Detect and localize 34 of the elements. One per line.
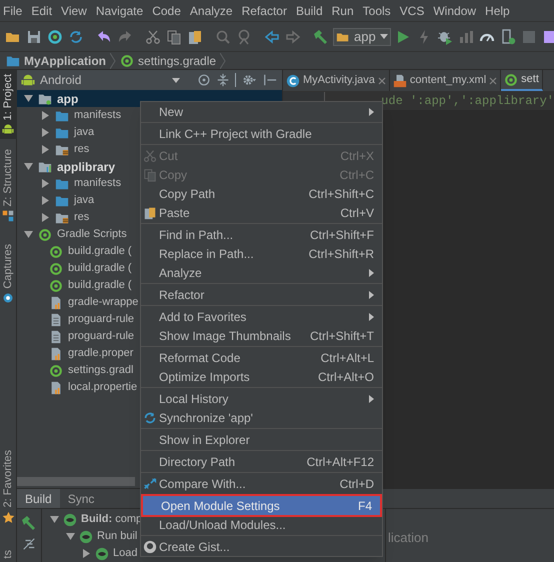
build-tree-label: Run buil: [97, 529, 138, 544]
output-text: lication: [388, 530, 428, 545]
tree-item-label: proguard-rule: [68, 329, 134, 344]
tree-item-label: gradle.proper: [68, 346, 134, 362]
tree-item-label: applibrary: [57, 158, 116, 176]
tree-item-label: local.propertie: [68, 380, 138, 396]
shortcut-label: Ctrl+Alt+L: [320, 350, 374, 366]
tree-item-label: java: [74, 125, 94, 140]
tree-item-label: settings.gradl: [68, 363, 134, 378]
tree-item-label: proguard-rule: [68, 312, 134, 328]
tree-item-label: res: [74, 142, 90, 158]
shortcut-label: Ctrl+Shift+C: [308, 186, 374, 202]
shortcut-label: Ctrl+Alt+F12: [306, 454, 374, 470]
shortcut-label: Ctrl+X: [340, 148, 374, 164]
tree-item-label: res: [74, 210, 90, 226]
shortcut-label: Ctrl+Shift+F: [310, 226, 374, 244]
tree-item-label: app: [57, 90, 78, 108]
tree-item-label: build.gradle (: [68, 278, 132, 294]
code-line: ude ':app',':applibrary': [381, 93, 554, 110]
tree-item-label: gradle-wrappe: [68, 295, 138, 310]
tree-item-label: manifests: [74, 176, 122, 192]
tree-item-label: build.gradle (: [68, 244, 132, 260]
shortcut-label: F4: [358, 498, 372, 514]
shortcut-label: Ctrl+C: [340, 166, 374, 184]
shortcut-label: Ctrl+Shift+T: [310, 328, 374, 344]
tree-item-label: manifests: [74, 108, 122, 124]
shortcut-label: Ctrl+Alt+O: [318, 368, 374, 386]
tree-item-label: build.gradle (: [68, 261, 132, 276]
build-tree-label: Load: [113, 546, 138, 562]
shortcut-label: Ctrl+D: [340, 476, 374, 492]
shortcut-label: Ctrl+Shift+R: [308, 246, 374, 262]
tree-item-label: java: [74, 193, 94, 208]
tree-item-label: Gradle Scripts: [57, 227, 127, 242]
shortcut-label: Ctrl+V: [340, 204, 374, 222]
